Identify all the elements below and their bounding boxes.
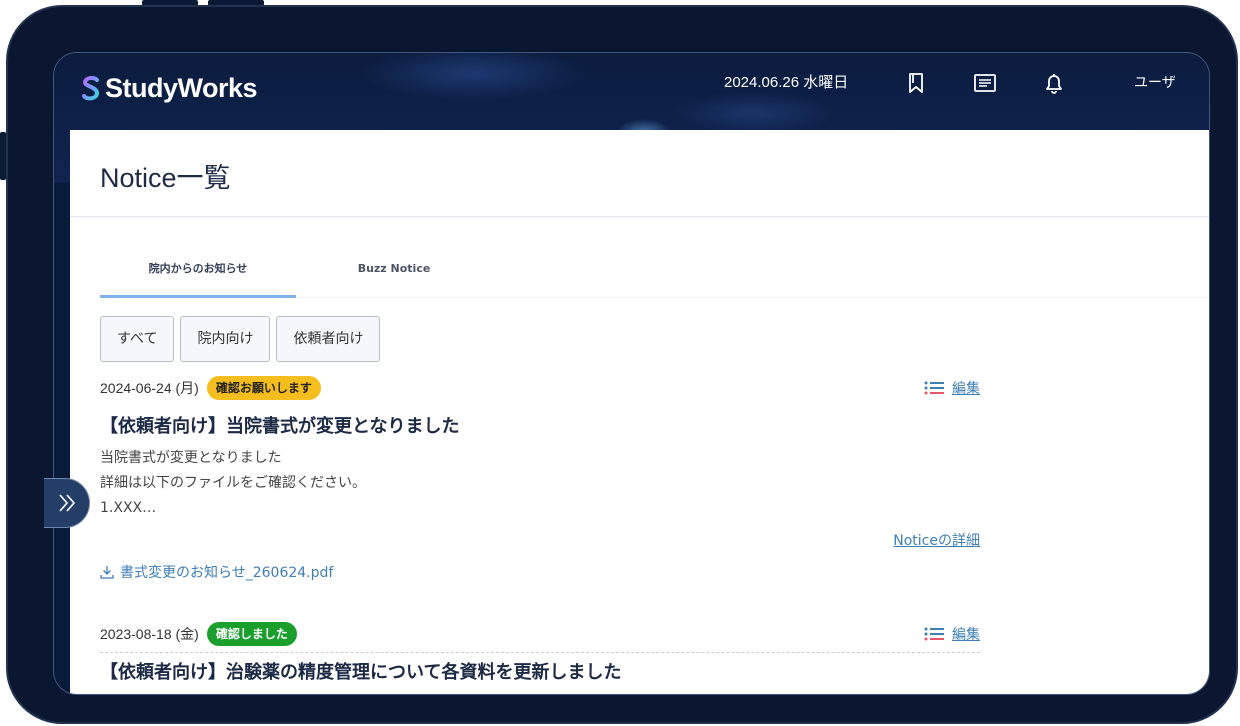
user-menu[interactable]: ユーザ <box>1134 73 1176 93</box>
bookmark-icon[interactable] <box>904 71 928 95</box>
attachment-link[interactable]: 書式変更のお知らせ_260624.pdf <box>100 562 333 582</box>
notice-body-line: 当院書式が変更となりました <box>100 450 282 466</box>
double-chevron-right-icon <box>58 494 75 512</box>
filter-group: すべて 院内向け 依頼者向け <box>100 316 381 362</box>
tab-buzz-notice[interactable]: Buzz Notice <box>296 262 492 298</box>
logo-text: StudyWorks <box>105 72 258 103</box>
notice-body-line: 詳細は以下のファイルをご確認ください。 <box>100 475 366 491</box>
logo-s-icon <box>82 75 100 101</box>
notice-body: 当院書式が変更となりました 詳細は以下のファイルをご確認ください。 1.XXX… <box>100 446 366 521</box>
notice-detail-link[interactable]: Noticeの詳細 <box>893 530 980 550</box>
filter-client-button[interactable]: 依頼者向け <box>276 316 381 362</box>
edit-label: 編集 <box>952 381 980 397</box>
status-badge: 確認しました <box>206 622 297 646</box>
app-logo[interactable]: StudyWorks <box>81 72 258 103</box>
edit-button[interactable]: 編集 <box>924 624 980 644</box>
attachment-filename: 書式変更のお知らせ_260624.pdf <box>120 565 334 581</box>
notice-panel: Notice一覧 院内からのお知らせ Buzz Notice すべて 院内向け … <box>70 130 1209 694</box>
notice-tabs: 院内からのお知らせ Buzz Notice <box>100 262 1209 298</box>
header-date: 2024.06.26 水曜日 <box>724 74 849 91</box>
edit-button[interactable]: 編集 <box>924 378 980 398</box>
notice-item: 2023-08-18 (金) 確認しました 編集 【依頼者向け】治験薬の精度管理… <box>100 622 980 694</box>
filter-all-button[interactable]: すべて <box>100 316 175 362</box>
notice-meta: 2023-08-18 (金) 確認しました <box>100 622 297 646</box>
notice-item: 2024-06-24 (月) 確認お願いします 編集 【依頼者向け】当院書式が変… <box>100 376 980 606</box>
notice-date: 2024-06-24 (月) <box>100 380 199 396</box>
page-title-bar <box>70 130 1209 217</box>
notice-title[interactable]: 【依頼者向け】当院書式が変更となりました <box>100 412 459 438</box>
tab-internal-notices[interactable]: 院内からのお知らせ <box>100 262 296 298</box>
edit-label: 編集 <box>952 627 980 643</box>
download-icon <box>100 566 114 579</box>
list-icon <box>924 627 944 641</box>
message-icon[interactable] <box>973 71 997 95</box>
notice-body-line: 1.XXX… <box>100 500 157 516</box>
notice-date: 2023-08-18 (金) <box>100 626 199 642</box>
app-screen: StudyWorks 2024.06.26 水曜日 ユーザ Notice一覧 院… <box>53 52 1210 695</box>
notice-meta: 2024-06-24 (月) 確認お願いします <box>100 376 321 400</box>
notice-title[interactable]: 【依頼者向け】治験薬の精度管理について各資料を更新しました <box>100 658 621 684</box>
status-badge: 確認お願いします <box>206 376 321 400</box>
bell-icon[interactable] <box>1042 71 1066 95</box>
list-icon <box>924 381 944 395</box>
page-title: Notice一覧 <box>100 163 231 193</box>
filter-internal-button[interactable]: 院内向け <box>180 316 271 362</box>
tablet-frame: StudyWorks 2024.06.26 水曜日 ユーザ Notice一覧 院… <box>6 5 1238 724</box>
